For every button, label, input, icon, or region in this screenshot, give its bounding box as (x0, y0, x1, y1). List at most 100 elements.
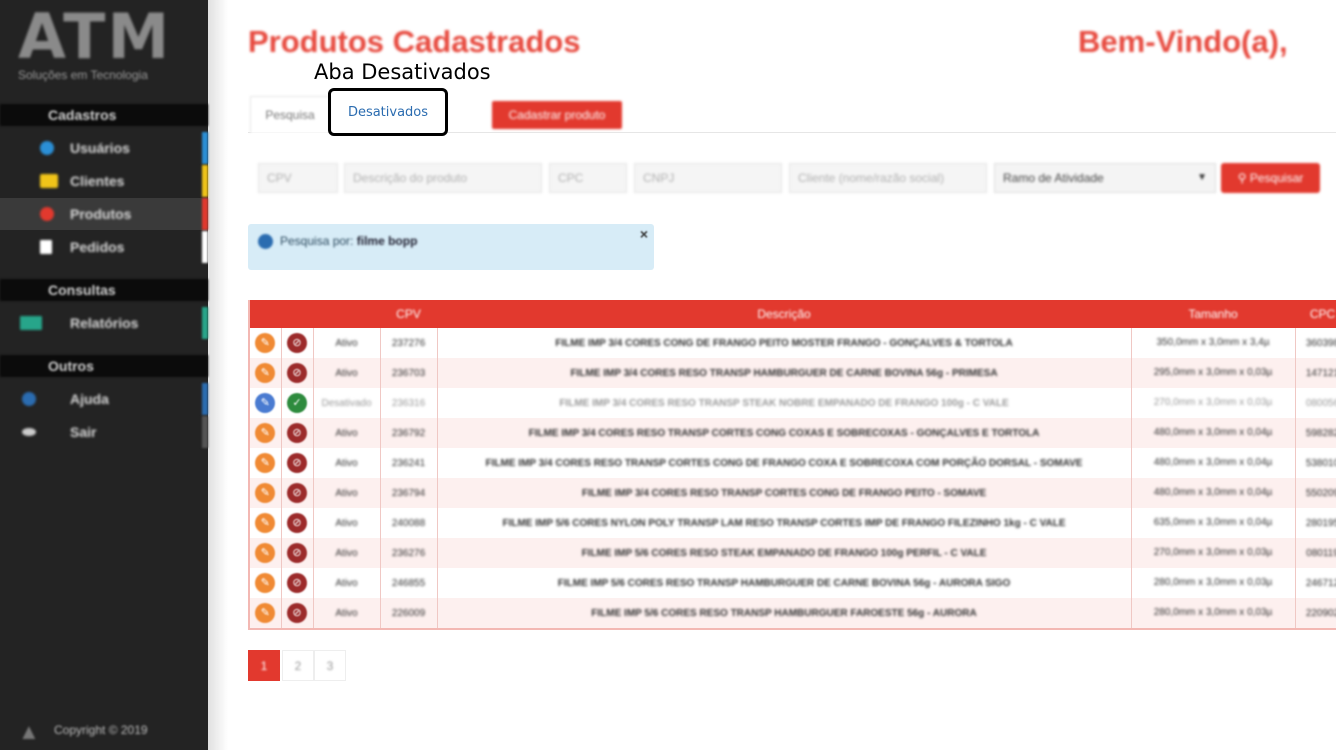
toggle-cell: ⊘ (281, 598, 314, 628)
alert-prefix: Pesquisa por: (280, 234, 354, 248)
tamanho-cell: 480,0mm x 3,0mm x 0,04µ (1131, 448, 1296, 478)
section-title-outros: Outros (0, 355, 208, 377)
table-row: ✎ ⊘ Ativo 236276 FILME IMP 5/6 CORES RESO ST… (250, 538, 1336, 568)
document-icon (40, 240, 52, 254)
toggle-cell: ✓ (281, 388, 314, 418)
cpc-cell: 246712 (1295, 568, 1336, 598)
status-cell: Ativo (313, 448, 381, 478)
envelope-icon (40, 174, 58, 188)
deactivate-icon[interactable]: ⊘ (287, 453, 307, 473)
page-1-button[interactable]: 1 (248, 650, 280, 681)
column-header-cpc: CPC (1309, 307, 1336, 321)
deactivate-icon[interactable]: ⊘ (287, 603, 307, 623)
copyright-text: Copyright © 2019 (54, 723, 148, 737)
column-header (281, 300, 313, 328)
logo-mark-icon: ▲ (18, 719, 40, 744)
sidebar-item-clientes[interactable]: Clientes (0, 165, 208, 197)
descricao-text: FILME IMP 5/6 CORES RESO TRANSP HAMBURGU… (557, 577, 1011, 589)
deactivate-icon[interactable]: ⊘ (287, 573, 307, 593)
deactivate-icon[interactable]: ⊘ (287, 513, 307, 533)
tamanho-cell: 280,0mm x 3,0mm x 0,03µ (1131, 598, 1296, 628)
cpv-text: 236241 (391, 457, 426, 469)
cliente-input[interactable]: Cliente (nome/razão social) (789, 163, 987, 193)
cpv-cell: 236316 (380, 388, 438, 418)
sidebar-item-ajuda[interactable]: Ajuda (0, 383, 208, 415)
deactivate-icon[interactable]: ⊘ (287, 543, 307, 563)
sidebar-shadow (208, 0, 228, 750)
descricao-cell: FILME IMP 3/4 CORES RESO TRANSP CORTES C… (437, 448, 1132, 478)
cpc-input[interactable]: CPC (549, 163, 627, 193)
edit-icon[interactable]: ✎ (255, 543, 276, 563)
edit-icon[interactable]: ✎ (255, 333, 276, 353)
tamanho-text: 280,0mm x 3,0mm x 0,03µ (1153, 577, 1273, 588)
descricao-text: FILME IMP 3/4 CORES CONG DE FRANGO PEITO… (555, 337, 1013, 349)
sidebar-item-relatorios[interactable]: Relatórios (0, 307, 208, 339)
close-icon[interactable]: × (640, 226, 648, 242)
info-icon[interactable]: ✎ (255, 393, 276, 413)
edit-icon[interactable]: ✎ (255, 363, 276, 383)
cpv-text: 237276 (391, 337, 426, 349)
cpv-text: 236703 (391, 367, 426, 379)
cpc-text: 550209 (1305, 487, 1336, 499)
status-text: Ativo (335, 367, 358, 379)
sidebar-item-pedidos[interactable]: Pedidos (0, 231, 208, 263)
sidebar-item-sair[interactable]: Sair (0, 416, 208, 448)
cpv-cell: 246855 (380, 568, 438, 598)
column-header (250, 300, 281, 328)
user-icon (40, 141, 54, 155)
page-number: 1 (260, 659, 268, 673)
edit-icon[interactable]: ✎ (255, 453, 276, 473)
sidebar-item-label: Usuários (70, 140, 130, 156)
tab-pesquisa[interactable]: Pesquisa (250, 96, 330, 133)
cpc-text: 280195 (1305, 517, 1336, 529)
edit-icon[interactable]: ✎ (255, 423, 276, 443)
edit-cell: ✎ (250, 478, 282, 508)
deactivate-icon[interactable]: ⊘ (287, 483, 307, 503)
sidebar-item-usuarios[interactable]: Usuários (0, 132, 208, 164)
column-header-cpv: CPV (396, 307, 421, 321)
sidebar-item-label: Produtos (70, 206, 132, 222)
cnpj-input[interactable]: CNPJ (634, 163, 782, 193)
deactivate-icon[interactable]: ⊘ (287, 333, 307, 353)
page-3-button[interactable]: 3 (314, 650, 346, 681)
status-text: Ativo (335, 457, 358, 469)
info-icon (258, 234, 273, 249)
search-icon: ⚲ (1237, 171, 1250, 185)
edit-cell: ✎ (250, 538, 282, 568)
tamanho-cell: 480,0mm x 3,0mm x 0,04µ (1131, 418, 1296, 448)
status-cell: Ativo (313, 508, 381, 538)
edit-cell: ✎ (250, 448, 282, 478)
toggle-cell: ⊘ (281, 358, 314, 388)
descricao-cell: FILME IMP 5/6 CORES RESO TRANSP HAMBURGU… (437, 598, 1132, 628)
deactivate-icon[interactable]: ⊘ (287, 423, 307, 443)
descricao-input[interactable]: Descrição do produto (344, 163, 542, 193)
sidebar-item-produtos[interactable]: Produtos (0, 198, 208, 230)
deactivate-icon[interactable]: ⊘ (287, 363, 307, 383)
status-cell: Ativo (313, 598, 381, 628)
status-cell: Ativo (313, 568, 381, 598)
edit-icon[interactable]: ✎ (255, 513, 276, 533)
pesquisar-button[interactable]: ⚲ Pesquisar (1221, 163, 1320, 193)
ramo-atividade-select[interactable]: Ramo de Atividade ▼ (994, 163, 1216, 193)
cpv-text: 236316 (391, 397, 426, 409)
cpc-text: 080056 (1305, 397, 1336, 409)
copyright: ▲ Copyright © 2019 (18, 716, 198, 744)
edit-icon[interactable]: ✎ (255, 603, 276, 623)
descricao-cell: FILME IMP 5/6 CORES RESO STEAK EMPANADO … (437, 538, 1132, 568)
edit-icon[interactable]: ✎ (255, 573, 276, 593)
cpv-cell: 236276 (380, 538, 438, 568)
page-2-button[interactable]: 2 (282, 650, 314, 681)
table-row: ✎ ✓ Desativado 236316 FILME IMP 3/4 CORES RE… (250, 388, 1336, 418)
tamanho-cell: 280,0mm x 3,0mm x 0,03µ (1131, 568, 1296, 598)
cpc-text: 538010 (1305, 457, 1336, 469)
cadastrar-produto-button[interactable]: Cadastrar produto (492, 101, 622, 129)
status-cell: Ativo (313, 418, 381, 448)
column-header-tamanho: Tamanho (1188, 307, 1238, 321)
tamanho-text: 480,0mm x 3,0mm x 0,04µ (1153, 427, 1273, 438)
tamanho-cell: 480,0mm x 3,0mm x 0,04µ (1131, 478, 1296, 508)
edit-icon[interactable]: ✎ (255, 483, 276, 503)
status-text: Ativo (335, 607, 358, 619)
cpv-input[interactable]: CPV (258, 163, 338, 193)
chart-icon (20, 316, 42, 330)
activate-icon[interactable]: ✓ (287, 393, 307, 413)
